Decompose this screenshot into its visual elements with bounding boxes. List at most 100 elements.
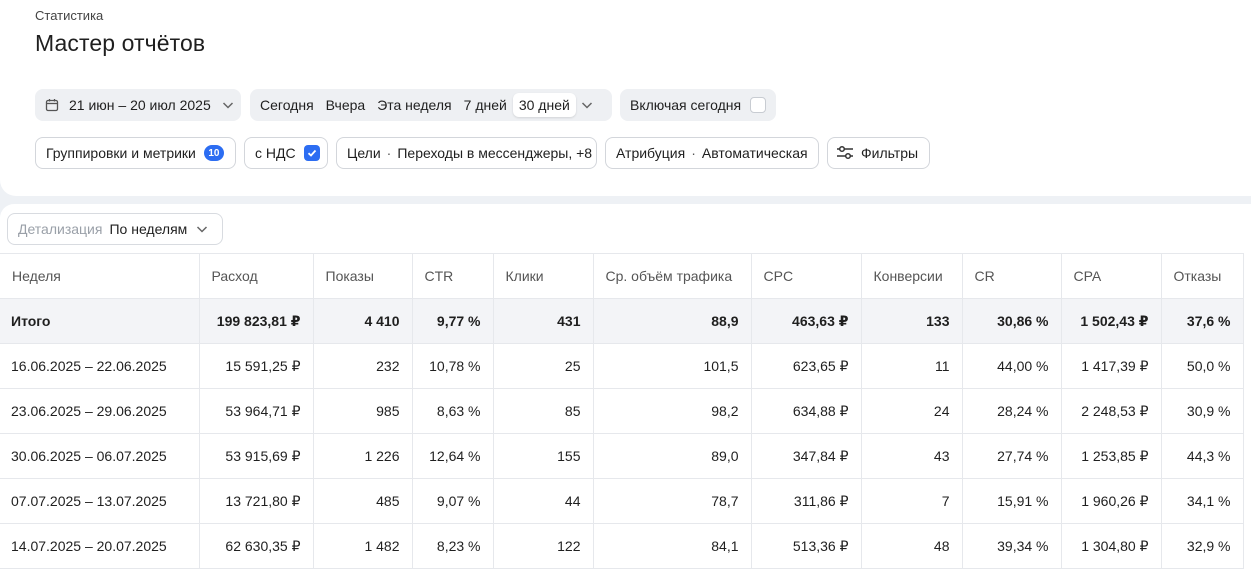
calendar-icon	[45, 98, 59, 112]
table-cell: 34,1 %	[1161, 478, 1244, 524]
column-header-avg-traffic[interactable]: Ср. объём трафика	[593, 253, 752, 299]
breadcrumb[interactable]: Статистика	[35, 8, 103, 23]
chevron-down-icon	[195, 222, 209, 236]
table-cell: 623,65 ₽	[751, 343, 862, 389]
table-cell: 431	[493, 298, 594, 344]
attribution-selector[interactable]: Атрибуция · Автоматическая	[605, 137, 819, 169]
table-cell: 1 960,26 ₽	[1061, 478, 1162, 524]
detail-label: Детализация	[18, 221, 103, 237]
column-header-conversions[interactable]: Конверсии	[861, 253, 963, 299]
table-header-row: Неделя Расход Показы CTR Клики Ср. объём…	[0, 253, 1244, 299]
period-30-days[interactable]: 30 дней	[512, 93, 576, 117]
table-cell: 7	[861, 478, 963, 524]
table-cell: 12,64 %	[412, 433, 494, 479]
column-header-cpc[interactable]: CPC	[751, 253, 862, 299]
detail-value: По неделям	[109, 221, 188, 237]
table-cell: 07.07.2025 – 13.07.2025	[0, 478, 200, 524]
table-cell: 62 630,35 ₽	[199, 523, 314, 569]
table-cell: 88,9	[593, 298, 752, 344]
table-cell: 122	[493, 523, 594, 569]
table-cell: 85	[493, 388, 594, 434]
separator-dot: ·	[386, 145, 392, 161]
table-cell: 28,24 %	[962, 388, 1062, 434]
table-cell: 4 410	[313, 298, 413, 344]
filters-label: Фильтры	[861, 145, 919, 161]
table-cell: 101,5	[593, 343, 752, 389]
period-this-week[interactable]: Эта неделя	[371, 93, 457, 117]
column-header-cr[interactable]: CR	[962, 253, 1062, 299]
table-row: 14.07.2025 – 20.07.2025 62 630,35 ₽1 482 8…	[0, 523, 1244, 569]
table-cell: 1 226	[313, 433, 413, 479]
report-table: Неделя Расход Показы CTR Клики Ср. объём…	[0, 253, 1244, 569]
table-cell: 347,84 ₽	[751, 433, 862, 479]
page-title: Мастер отчётов	[35, 30, 206, 56]
chevron-down-icon	[221, 98, 235, 112]
table-cell: 1 253,85 ₽	[1061, 433, 1162, 479]
chevron-down-icon[interactable]	[580, 98, 594, 112]
attribution-value: Автоматическая	[701, 145, 808, 161]
goals-label: Цели	[347, 145, 381, 161]
table-cell: 9,07 %	[412, 478, 494, 524]
column-header-clicks[interactable]: Клики	[493, 253, 594, 299]
period-7-days[interactable]: 7 дней	[458, 93, 513, 117]
table-cell: 11	[861, 343, 963, 389]
groupings-metrics-button[interactable]: Группировки и метрики 10	[35, 137, 236, 169]
table-cell: 10,78 %	[412, 343, 494, 389]
table-cell: 43	[861, 433, 963, 479]
column-header-cpa[interactable]: CPA	[1061, 253, 1162, 299]
table-cell: 84,1	[593, 523, 752, 569]
groupings-count-badge: 10	[203, 145, 224, 161]
table-cell: 30.06.2025 – 06.07.2025	[0, 433, 200, 479]
vat-label: с НДС	[255, 145, 296, 161]
table-cell: 485	[313, 478, 413, 524]
check-icon	[306, 147, 318, 159]
vat-toggle[interactable]: с НДС	[244, 137, 328, 169]
table-row: 07.07.2025 – 13.07.2025 13 721,80 ₽485 9,0…	[0, 478, 1244, 524]
table-cell: 25	[493, 343, 594, 389]
table-cell: 98,2	[593, 388, 752, 434]
table-cell: 985	[313, 388, 413, 434]
table-cell: 155	[493, 433, 594, 479]
table-cell: 15,91 %	[962, 478, 1062, 524]
table-cell: 1 304,80 ₽	[1061, 523, 1162, 569]
table-total-row: Итого 199 823,81 ₽ 4 410 9,77 % 431 88,9…	[0, 298, 1244, 344]
period-yesterday[interactable]: Вчера	[320, 93, 372, 117]
table-cell: 48	[861, 523, 963, 569]
table-cell: 50,0 %	[1161, 343, 1244, 389]
table-cell: 89,0	[593, 433, 752, 479]
table-cell: 634,88 ₽	[751, 388, 862, 434]
table-cell: 463,63 ₽	[751, 298, 862, 344]
goals-selector[interactable]: Цели · Переходы в мессенджеры, +8	[336, 137, 597, 169]
table-cell: 78,7	[593, 478, 752, 524]
column-header-ctr[interactable]: CTR	[412, 253, 494, 299]
table-cell: 232	[313, 343, 413, 389]
attribution-label: Атрибуция	[616, 145, 686, 161]
table-cell: 27,74 %	[962, 433, 1062, 479]
date-range-picker[interactable]: 21 июн – 20 июл 2025	[35, 89, 241, 121]
table-cell: 1 502,43 ₽	[1061, 298, 1162, 344]
table-cell: 199 823,81 ₽	[199, 298, 314, 344]
column-header-cost[interactable]: Расход	[199, 253, 314, 299]
include-today-label: Включая сегодня	[630, 97, 742, 113]
table-cell: 513,36 ₽	[751, 523, 862, 569]
vat-checkbox[interactable]	[303, 145, 320, 161]
groupings-label: Группировки и метрики	[46, 145, 196, 161]
separator-dot: ·	[691, 145, 696, 161]
table-cell: 14.07.2025 – 20.07.2025	[0, 523, 200, 569]
table-row: 16.06.2025 – 22.06.2025 15 591,25 ₽232 10,…	[0, 343, 1244, 389]
filters-button[interactable]: Фильтры	[827, 137, 930, 169]
table-cell: 44,00 %	[962, 343, 1062, 389]
table-cell: 53 915,69 ₽	[199, 433, 314, 479]
column-header-week[interactable]: Неделя	[0, 253, 200, 299]
table-cell: 8,23 %	[412, 523, 494, 569]
column-header-bounces[interactable]: Отказы	[1161, 253, 1244, 299]
detail-selector[interactable]: Детализация По неделям	[7, 213, 223, 245]
table-cell: 53 964,71 ₽	[199, 388, 314, 434]
table-cell: 23.06.2025 – 29.06.2025	[0, 388, 200, 434]
period-today[interactable]: Сегодня	[254, 93, 320, 117]
include-today-toggle[interactable]: Включая сегодня	[620, 89, 776, 121]
include-today-checkbox[interactable]	[750, 97, 767, 113]
column-header-impressions[interactable]: Показы	[313, 253, 413, 299]
date-range-label: 21 июн – 20 июл 2025	[69, 97, 211, 113]
table-cell: 24	[861, 388, 963, 434]
